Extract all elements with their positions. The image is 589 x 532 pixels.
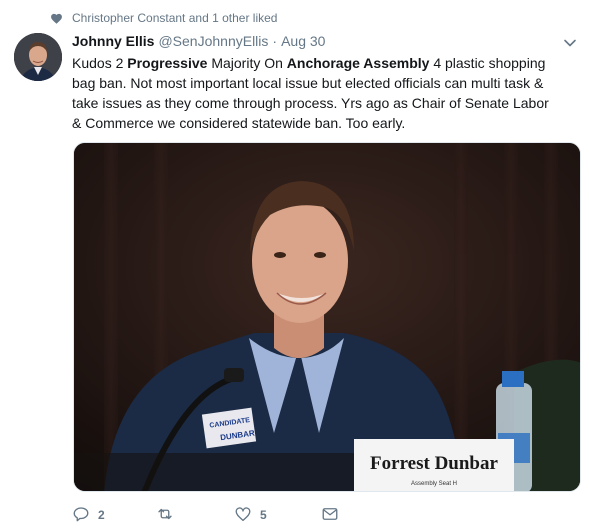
retweet-button[interactable] — [156, 505, 234, 526]
direct-message-button[interactable] — [321, 505, 339, 526]
heart-icon — [50, 12, 63, 25]
retweet-icon — [156, 505, 174, 526]
tweet-text-bold-segment[interactable]: Progressive — [127, 55, 207, 71]
tweet-text: Kudos 2 Progressive Majority On Anchorag… — [72, 53, 550, 133]
placard-name: Forrest Dunbar — [370, 453, 498, 474]
like-button[interactable]: 5 — [234, 505, 321, 526]
reply-button[interactable]: 2 — [72, 505, 156, 526]
tweet-photo[interactable]: CANDIDATE DUNBAR Forrest Dunbar Assembly… — [73, 142, 581, 492]
envelope-icon — [321, 505, 339, 526]
placard-subtitle: Assembly Seat H — [411, 481, 457, 487]
social-context: Christopher Constant and 1 other liked — [50, 9, 277, 27]
tweet-actions: 2 5 — [72, 503, 339, 527]
author-fullname[interactable]: Johnny Ellis — [72, 33, 154, 49]
chevron-down-icon[interactable] — [563, 36, 577, 50]
tweet-header: Johnny Ellis @SenJohnnyEllis · Aug 30 — [72, 33, 325, 52]
like-count: 5 — [260, 508, 267, 522]
tweet-timestamp[interactable]: Aug 30 — [281, 33, 325, 49]
tweet-text-bold-segment[interactable]: Anchorage Assembly — [287, 55, 430, 71]
tweet-text-segment: Majority On — [207, 55, 287, 71]
separator-dot: · — [272, 33, 278, 49]
reply-icon — [72, 505, 90, 526]
tweet-text-segment: Kudos 2 — [72, 55, 128, 71]
tweet-card[interactable]: Christopher Constant and 1 other liked J… — [0, 0, 589, 532]
avatar[interactable] — [14, 33, 62, 81]
reply-count: 2 — [98, 508, 105, 522]
author-handle[interactable]: @SenJohnnyEllis — [158, 33, 268, 49]
heart-outline-icon — [234, 505, 252, 526]
social-context-text[interactable]: Christopher Constant and 1 other liked — [72, 11, 277, 25]
